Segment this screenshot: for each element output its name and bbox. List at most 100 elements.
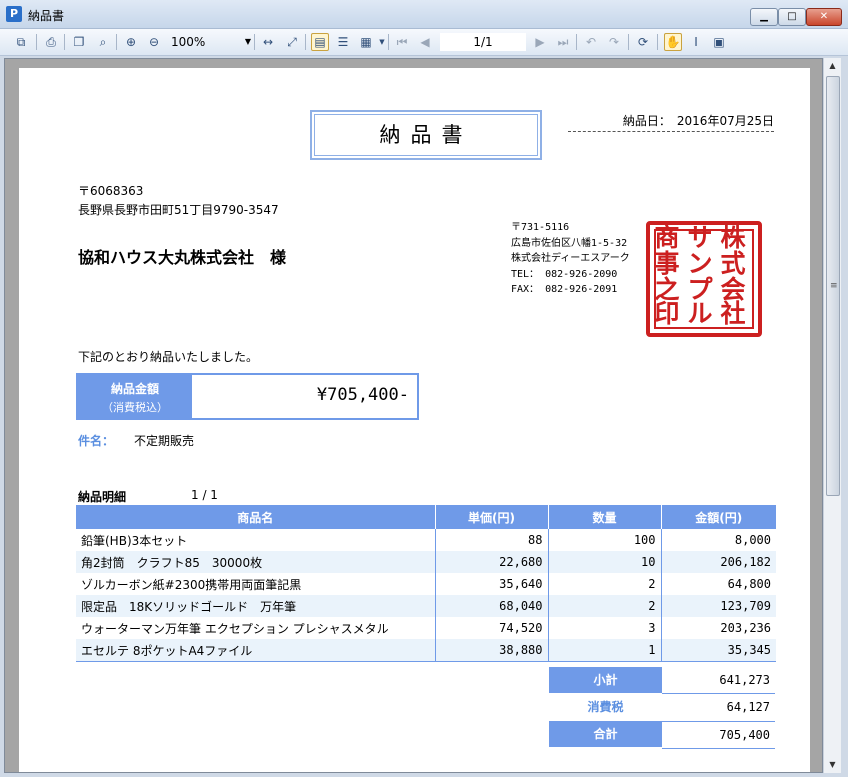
- item-qty: 2: [548, 573, 662, 595]
- tax-value: 64,127: [726, 700, 770, 714]
- first-page-icon[interactable]: ⏮: [393, 33, 411, 51]
- document-viewport[interactable]: 納品書 納品日： 2016年07月25日 〒6068363 長野県長野市田町51丁…: [4, 58, 823, 773]
- item-qty: 3: [548, 617, 662, 639]
- delivery-date-value: 2016年07月25日: [676, 114, 774, 128]
- copy-pages-icon[interactable]: ⧉: [12, 33, 30, 51]
- amount-label: 納品金額: [110, 382, 159, 396]
- item-amount: 35,345: [661, 639, 776, 662]
- zoom-out-icon[interactable]: ⊖: [145, 33, 163, 51]
- stamp-char: 式: [720, 249, 746, 278]
- amount-value: ¥705,400-: [316, 385, 409, 405]
- document-page: 納品書 納品日： 2016年07月25日 〒6068363 長野県長野市田町51丁…: [19, 68, 810, 772]
- back-icon[interactable]: ↶: [582, 33, 600, 51]
- sender-fax: FAX： 082-926-2091: [511, 284, 618, 295]
- recipient-postal: 〒6068363: [78, 184, 144, 198]
- delivery-date: 納品日： 2016年07月25日: [568, 112, 774, 132]
- column-header: 金額(円): [661, 505, 776, 529]
- scrollbar-thumb[interactable]: ≡: [826, 76, 840, 496]
- stamp-char: 商: [654, 223, 680, 252]
- item-amount: 64,800: [727, 577, 771, 591]
- zoom-value: 100%: [171, 35, 206, 49]
- hand-tool-icon[interactable]: ✋: [664, 33, 682, 51]
- sender-postal: 〒731-5116: [511, 222, 570, 233]
- sender-tel: TEL： 082-926-2090: [511, 268, 618, 280]
- refresh-icon[interactable]: ⟳: [634, 33, 652, 51]
- forward-icon[interactable]: ↷: [605, 33, 623, 51]
- item-name: 限定品 18Kソリッドゴールド 万年筆: [76, 595, 436, 617]
- item-qty: 10: [548, 551, 662, 573]
- zoom-select[interactable]: 100% ▼: [168, 33, 255, 51]
- fit-width-icon[interactable]: ↔: [259, 33, 277, 51]
- amount-box: 納品金額 （消費税込） ¥705,400-: [76, 373, 419, 420]
- table-row: 鉛筆(HB)3本セット 88 100 8,000: [76, 529, 776, 551]
- title-bar: P 納品書 ▁ □ ✕: [0, 0, 848, 29]
- next-page-icon[interactable]: ▶: [531, 33, 549, 51]
- company-seal-stamp: 株 式 会 社 サ ン プ ル 商 事 之 印: [646, 221, 762, 337]
- subject-label: 件名：: [78, 434, 115, 448]
- table-row: エセルテ 8ポケットA4ファイル 38,880 1 35,345: [76, 639, 776, 662]
- subtotal-label: 小計: [549, 667, 662, 693]
- item-price: 35,640: [435, 573, 549, 595]
- detail-table: 商品名 単価(円) 数量 金額(円) 鉛筆(HB)3本セット 88 100 8,…: [76, 505, 776, 662]
- column-header: 単価(円): [435, 505, 549, 529]
- item-name: 鉛筆(HB)3本セット: [76, 529, 436, 551]
- sender-company: 株式会社ディーエスアーク: [511, 253, 630, 264]
- window-title: 納品書: [28, 9, 65, 23]
- page-indicator[interactable]: 1/1: [440, 33, 526, 51]
- snapshot-icon[interactable]: ▣: [710, 33, 728, 51]
- item-qty: 1: [548, 639, 662, 662]
- item-price: 88: [435, 529, 549, 551]
- print-icon[interactable]: ⎙: [42, 33, 60, 51]
- detail-page-count: 1 / 1: [191, 488, 218, 502]
- stamp-char: 印: [654, 299, 680, 328]
- item-name: 角2封筒 クラフト85 30000枚: [76, 551, 436, 573]
- stamp-char: 社: [720, 299, 746, 328]
- zoom-in-icon[interactable]: ⊕: [122, 33, 140, 51]
- scroll-down-icon[interactable]: ▼: [824, 757, 841, 773]
- vertical-scrollbar[interactable]: ▲ ≡ ▼: [823, 58, 841, 773]
- item-name: エセルテ 8ポケットA4ファイル: [76, 639, 436, 662]
- copy-icon[interactable]: ❐: [70, 33, 88, 51]
- scroll-up-icon[interactable]: ▲: [824, 58, 841, 74]
- column-header: 数量: [548, 505, 662, 529]
- amount-label-cell: 納品金額 （消費税込）: [78, 375, 192, 418]
- item-price: 38,880: [435, 639, 549, 662]
- find-icon[interactable]: ⌕: [94, 33, 112, 51]
- table-row: 限定品 18Kソリッドゴールド 万年筆 68,040 2 123,709: [76, 595, 776, 617]
- fit-page-icon[interactable]: ⤢: [283, 33, 301, 51]
- subject-value: 不定期販売: [134, 434, 195, 448]
- intro-text: 下記のとおり納品いたしました。: [78, 350, 259, 364]
- maximize-button[interactable]: □: [778, 8, 806, 26]
- last-page-icon[interactable]: ⏭: [554, 33, 572, 51]
- select-text-icon[interactable]: I: [687, 33, 705, 51]
- table-row: ウォーターマン万年筆 エクセプション プレシャスメタル 74,520 3 203…: [76, 617, 776, 639]
- stamp-char: ン: [687, 249, 713, 278]
- close-button[interactable]: ✕: [806, 8, 842, 26]
- previous-page-icon[interactable]: ◀: [416, 33, 434, 51]
- detail-title: 納品明細: [78, 490, 127, 504]
- table-row: 角2封筒 クラフト85 30000枚 22,680 10 206,182: [76, 551, 776, 573]
- stamp-char: 株: [720, 223, 746, 252]
- item-price: 74,520: [435, 617, 549, 639]
- sender-address: 広島市佐伯区八幡1-5-32: [511, 237, 628, 249]
- continuous-page-icon[interactable]: ☰: [334, 33, 352, 51]
- chevron-down-icon: ▼: [244, 37, 251, 46]
- minimize-button[interactable]: ▁: [750, 8, 778, 26]
- table-row: ゾルカーボン紙#2300携帯用両面筆記黒 35,640 2 64,800: [76, 573, 776, 595]
- item-name: ゾルカーボン紙#2300携帯用両面筆記黒: [76, 573, 436, 595]
- amount-sublabel: （消費税込）: [102, 401, 168, 414]
- stamp-char: ル: [687, 299, 713, 328]
- stamp-char: サ: [687, 223, 713, 252]
- toolbar: ⧉ ⎙ ❐ ⌕ ⊕ ⊖ 100% ▼ ↔ ⤢ ▤ ☰ ▦ ▼ ⏮ ◀ 1/1 ▶…: [0, 29, 848, 56]
- sender-info: 〒731-5116 広島市佐伯区八幡1-5-32 株式会社ディーエスアーク TE…: [511, 220, 630, 298]
- single-page-icon[interactable]: ▤: [311, 33, 329, 51]
- total-value: 705,400: [662, 721, 775, 749]
- document-title: 納品書: [310, 110, 542, 160]
- delivery-date-label: 納品日：: [622, 114, 671, 128]
- item-price: 22,680: [435, 551, 549, 573]
- recipient-address: 長野県長野市田町51丁目9790-3547: [78, 203, 279, 217]
- table-header-row: 商品名 単価(円) 数量 金額(円): [76, 505, 776, 529]
- column-header: 商品名: [76, 505, 436, 529]
- item-qty: 2: [548, 595, 662, 617]
- item-name: ウォーターマン万年筆 エクセプション プレシャスメタル: [76, 617, 436, 639]
